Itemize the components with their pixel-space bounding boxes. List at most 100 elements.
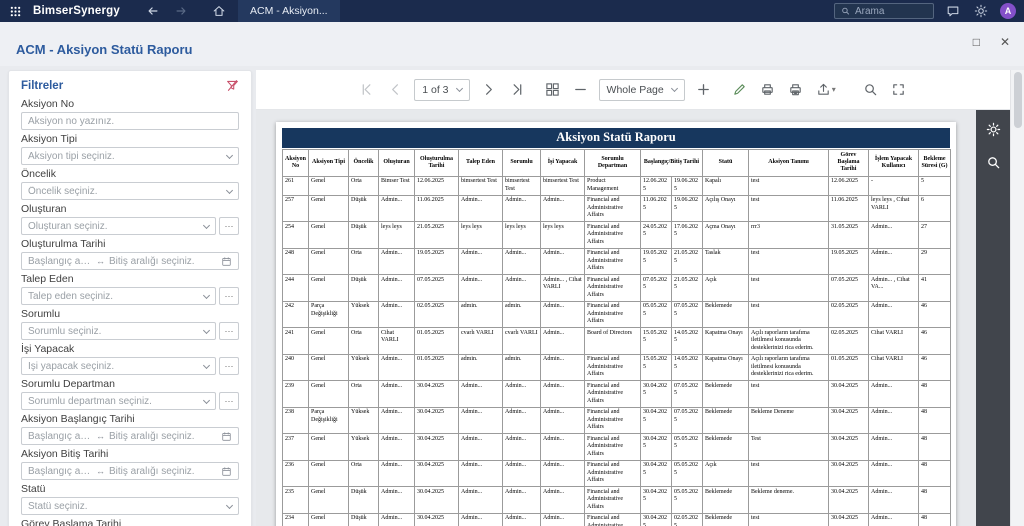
user-avatar[interactable]: A — [1000, 3, 1016, 19]
filter-select[interactable]: Statü seçiniz. — [21, 497, 239, 515]
report-cell: 24.05.2025 — [640, 221, 672, 249]
zoom-select[interactable]: Whole Page — [598, 78, 685, 101]
zoom-in-icon[interactable] — [694, 80, 713, 99]
report-cell: Admin... — [378, 274, 415, 302]
filter-daterange[interactable]: Başlangıç aralığı ...↔Bitiş aralığı seçi… — [21, 252, 239, 270]
window-restore-icon[interactable]: □ — [973, 36, 980, 48]
report-cell: Beklemede — [702, 433, 749, 461]
report-column-header: Bekleme Süresi (G) — [918, 149, 951, 177]
report-cell: Genel — [308, 486, 349, 514]
report-cell: 27 — [918, 221, 951, 249]
report-settings-gear-icon[interactable] — [984, 120, 1003, 139]
report-cell: 5 — [918, 175, 951, 196]
window-close-icon[interactable]: ✕ — [1000, 36, 1010, 48]
report-cell: Beklemede — [702, 512, 749, 526]
report-cell: Yüksek — [348, 406, 379, 435]
report-cell: Financial and Administrative Affairs — [584, 406, 641, 435]
report-cell: 19.06.2025 — [671, 175, 703, 196]
filter-daterange[interactable]: Başlangıç aralığı ...↔Bitiş aralığı seçi… — [21, 427, 239, 445]
filter-text-input[interactable] — [21, 112, 239, 130]
filter-daterange[interactable]: Başlangıç aralığı ...↔Bitiş aralığı seçi… — [21, 462, 239, 480]
filter-more-button[interactable]: ··· — [219, 287, 239, 305]
report-cell: Admin... — [502, 406, 541, 435]
last-page-button[interactable] — [507, 80, 526, 99]
filter-field-label: Statü — [21, 483, 46, 495]
report-cell: 07.05.2025 — [828, 274, 869, 302]
edit-pen-icon[interactable] — [730, 80, 749, 99]
back-icon[interactable] — [144, 4, 162, 18]
open-module-tab[interactable]: ACM - Aksiyon... — [237, 0, 340, 22]
viewer-toolbar: 1 of 3 Whole Page ▾ — [256, 70, 1010, 110]
scrollbar-thumb[interactable] — [1014, 72, 1022, 128]
filter-select[interactable]: Aksiyon tipi seçiniz. — [21, 147, 239, 165]
report-cell: 02.05.2025 — [828, 300, 869, 329]
range-arrow-icon: ↔ — [96, 466, 105, 476]
report-cell: 01.05.2025 — [414, 353, 459, 382]
filter-select[interactable]: Sorumlu seçiniz. — [21, 322, 216, 340]
forward-icon[interactable] — [172, 4, 190, 18]
report-cell: 31.05.2025 — [828, 221, 869, 249]
report-cell: 48 — [918, 512, 951, 526]
report-table-body: 261 Genel Orta Bimser Test 12.06.2025 bimsert… — [282, 175, 951, 526]
filter-select[interactable]: Oluşturan seçiniz. — [21, 217, 216, 235]
filter-more-button[interactable]: ··· — [219, 357, 239, 375]
report-cell: Admin... — [502, 194, 541, 223]
filter-select[interactable]: İşi yapacak seçiniz. — [21, 357, 216, 375]
filter-field: Oluşturulma Tarihi Başlangıç aralığı ...↔… — [21, 238, 239, 270]
previous-page-button[interactable] — [386, 80, 405, 99]
filter-field-label: Sorumlu Departman — [21, 378, 115, 390]
fullscreen-icon[interactable] — [889, 80, 908, 99]
report-cell: 19.05.2025 — [414, 247, 459, 276]
filter-more-button[interactable]: ··· — [219, 322, 239, 340]
report-search-icon[interactable] — [984, 153, 1003, 172]
report-cell: 01.05.2025 — [414, 327, 459, 355]
report-cell: 30.04.2025 — [414, 406, 459, 435]
report-cell: 15.05.2025 — [640, 327, 672, 355]
home-icon[interactable] — [210, 4, 228, 18]
filter-field: Sorumlu Departman Sorumlu departman seçin… — [21, 378, 239, 410]
report-cell: 07.05.2025 — [414, 274, 459, 302]
vertical-scrollbar[interactable] — [1010, 70, 1024, 526]
report-cell: Bimser Test — [378, 175, 415, 196]
search-document-icon[interactable] — [861, 80, 880, 99]
chevron-down-icon — [225, 151, 234, 159]
global-search-input[interactable] — [855, 5, 927, 17]
filter-select[interactable]: Talep eden seçiniz. — [21, 287, 216, 305]
report-cell: Admin... — [540, 433, 585, 461]
filter-select[interactable]: Sorumlu departman seçiniz. — [21, 392, 216, 410]
report-cell: Admin... — [868, 221, 919, 249]
report-column-header: Sorumlu — [502, 149, 541, 177]
report-cell: Financial and Administrative Affairs — [584, 433, 641, 461]
report-cell: 01.05.2025 — [828, 353, 869, 382]
settings-gear-icon[interactable] — [972, 4, 990, 18]
report-cell: 05.05.2025 — [671, 486, 703, 514]
report-cell: 48 — [918, 486, 951, 514]
page-select[interactable]: 1 of 3 — [414, 78, 470, 101]
print-layout-icon[interactable] — [786, 80, 805, 99]
report-cell: Board of Directors — [584, 327, 641, 355]
zoom-out-icon[interactable] — [571, 80, 590, 99]
filter-more-button[interactable]: ··· — [219, 392, 239, 410]
filter-more-button[interactable]: ··· — [219, 217, 239, 235]
report-column-header: Oluşturulma Tarihi — [414, 149, 459, 177]
report-cell: 30.04.2025 — [640, 486, 672, 514]
multipage-view-icon[interactable] — [543, 80, 562, 99]
first-page-button[interactable] — [358, 80, 377, 99]
report-cell: 21.05.2025 — [414, 221, 459, 249]
clear-filters-icon[interactable] — [226, 79, 239, 92]
export-icon[interactable]: ▾ — [814, 80, 838, 99]
global-search[interactable] — [834, 3, 934, 19]
next-page-button[interactable] — [479, 80, 498, 99]
filter-field-label: Oluşturan — [21, 203, 67, 215]
filter-field-label: Görev Başlama Tarihi — [21, 518, 122, 526]
app-launcher-icon[interactable] — [8, 6, 23, 17]
filter-select[interactable]: Öncelik seçiniz. — [21, 182, 239, 200]
print-icon[interactable] — [758, 80, 777, 99]
report-column-header: Aksiyon Tipi — [308, 149, 349, 177]
report-row: 234 Genel Düşük Admin... 30.04.2025 Admin... A… — [282, 512, 951, 526]
chat-icon[interactable] — [944, 4, 962, 18]
report-cell: test — [748, 300, 829, 329]
report-cell: 46 — [918, 300, 951, 329]
filter-field: Talep Eden Talep eden seçiniz. ··· — [21, 273, 239, 305]
report-cell: 19.05.2025 — [640, 247, 672, 276]
